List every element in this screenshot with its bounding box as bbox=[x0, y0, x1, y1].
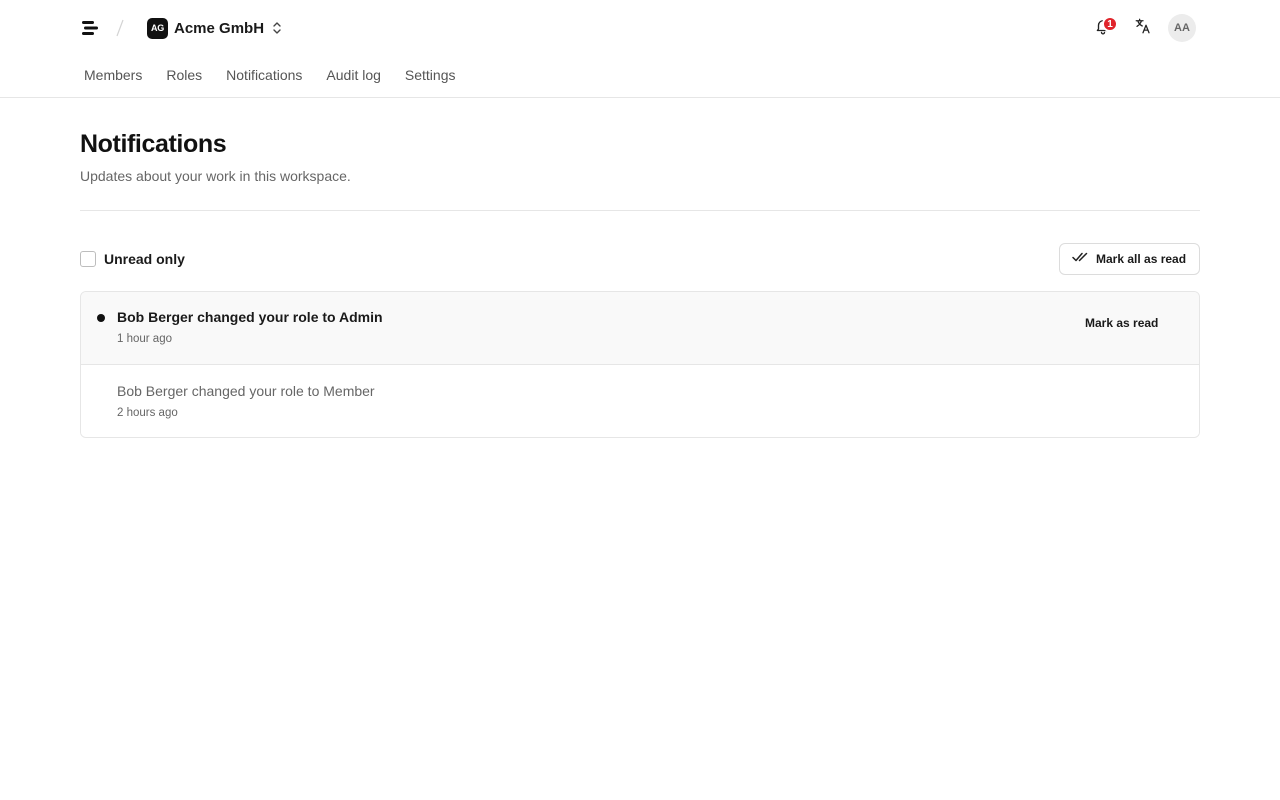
page-title: Notifications bbox=[80, 130, 227, 158]
user-avatar[interactable]: AA bbox=[1168, 14, 1196, 42]
double-check-icon bbox=[1072, 250, 1088, 268]
org-avatar: AG bbox=[147, 17, 168, 39]
unread-only-label: Unread only bbox=[104, 251, 185, 267]
page-subtitle: Updates about your work in this workspac… bbox=[80, 168, 351, 184]
mark-all-read-button[interactable]: Mark all as read bbox=[1059, 243, 1200, 275]
notification-title: Bob Berger changed your role to Member bbox=[117, 383, 375, 399]
notification-item[interactable]: Bob Berger changed your role to Member 2… bbox=[81, 365, 1199, 437]
notification-time: 1 hour ago bbox=[117, 333, 172, 345]
tab-members[interactable]: Members bbox=[84, 64, 142, 86]
notifications-button[interactable]: 1 bbox=[1090, 15, 1118, 41]
menu-logo-icon[interactable] bbox=[78, 16, 102, 40]
tab-audit-log[interactable]: Audit log bbox=[326, 64, 380, 86]
top-bar: AG Acme GmbH 1 AA bbox=[0, 0, 1280, 56]
mark-all-read-label: Mark all as read bbox=[1096, 252, 1187, 266]
org-switcher[interactable]: AG Acme GmbH bbox=[147, 16, 284, 40]
breadcrumb-separator bbox=[114, 16, 126, 40]
notification-title: Bob Berger changed your role to Admin bbox=[117, 309, 383, 325]
language-button[interactable] bbox=[1130, 15, 1156, 41]
tab-notifications[interactable]: Notifications bbox=[226, 64, 302, 86]
mark-as-read-button[interactable]: Mark as read bbox=[1085, 316, 1158, 334]
unread-only-filter[interactable]: Unread only bbox=[80, 250, 185, 268]
section-tabs: Members Roles Notifications Audit log Se… bbox=[84, 64, 456, 86]
notification-count-badge: 1 bbox=[1102, 16, 1118, 32]
tab-settings[interactable]: Settings bbox=[405, 64, 456, 86]
section-divider bbox=[80, 210, 1200, 211]
org-name: Acme GmbH bbox=[174, 19, 265, 37]
chevron-updown-icon bbox=[272, 20, 284, 36]
tab-roles[interactable]: Roles bbox=[166, 64, 202, 86]
unread-only-checkbox[interactable] bbox=[80, 251, 96, 267]
nav-divider bbox=[0, 97, 1280, 98]
header-actions: 1 AA bbox=[1088, 13, 1200, 43]
unread-dot-icon bbox=[97, 314, 105, 322]
notification-list: Bob Berger changed your role to Admin 1 … bbox=[80, 291, 1200, 438]
notification-time: 2 hours ago bbox=[117, 407, 178, 419]
notification-item[interactable]: Bob Berger changed your role to Admin 1 … bbox=[81, 292, 1199, 365]
translate-icon bbox=[1134, 17, 1152, 40]
